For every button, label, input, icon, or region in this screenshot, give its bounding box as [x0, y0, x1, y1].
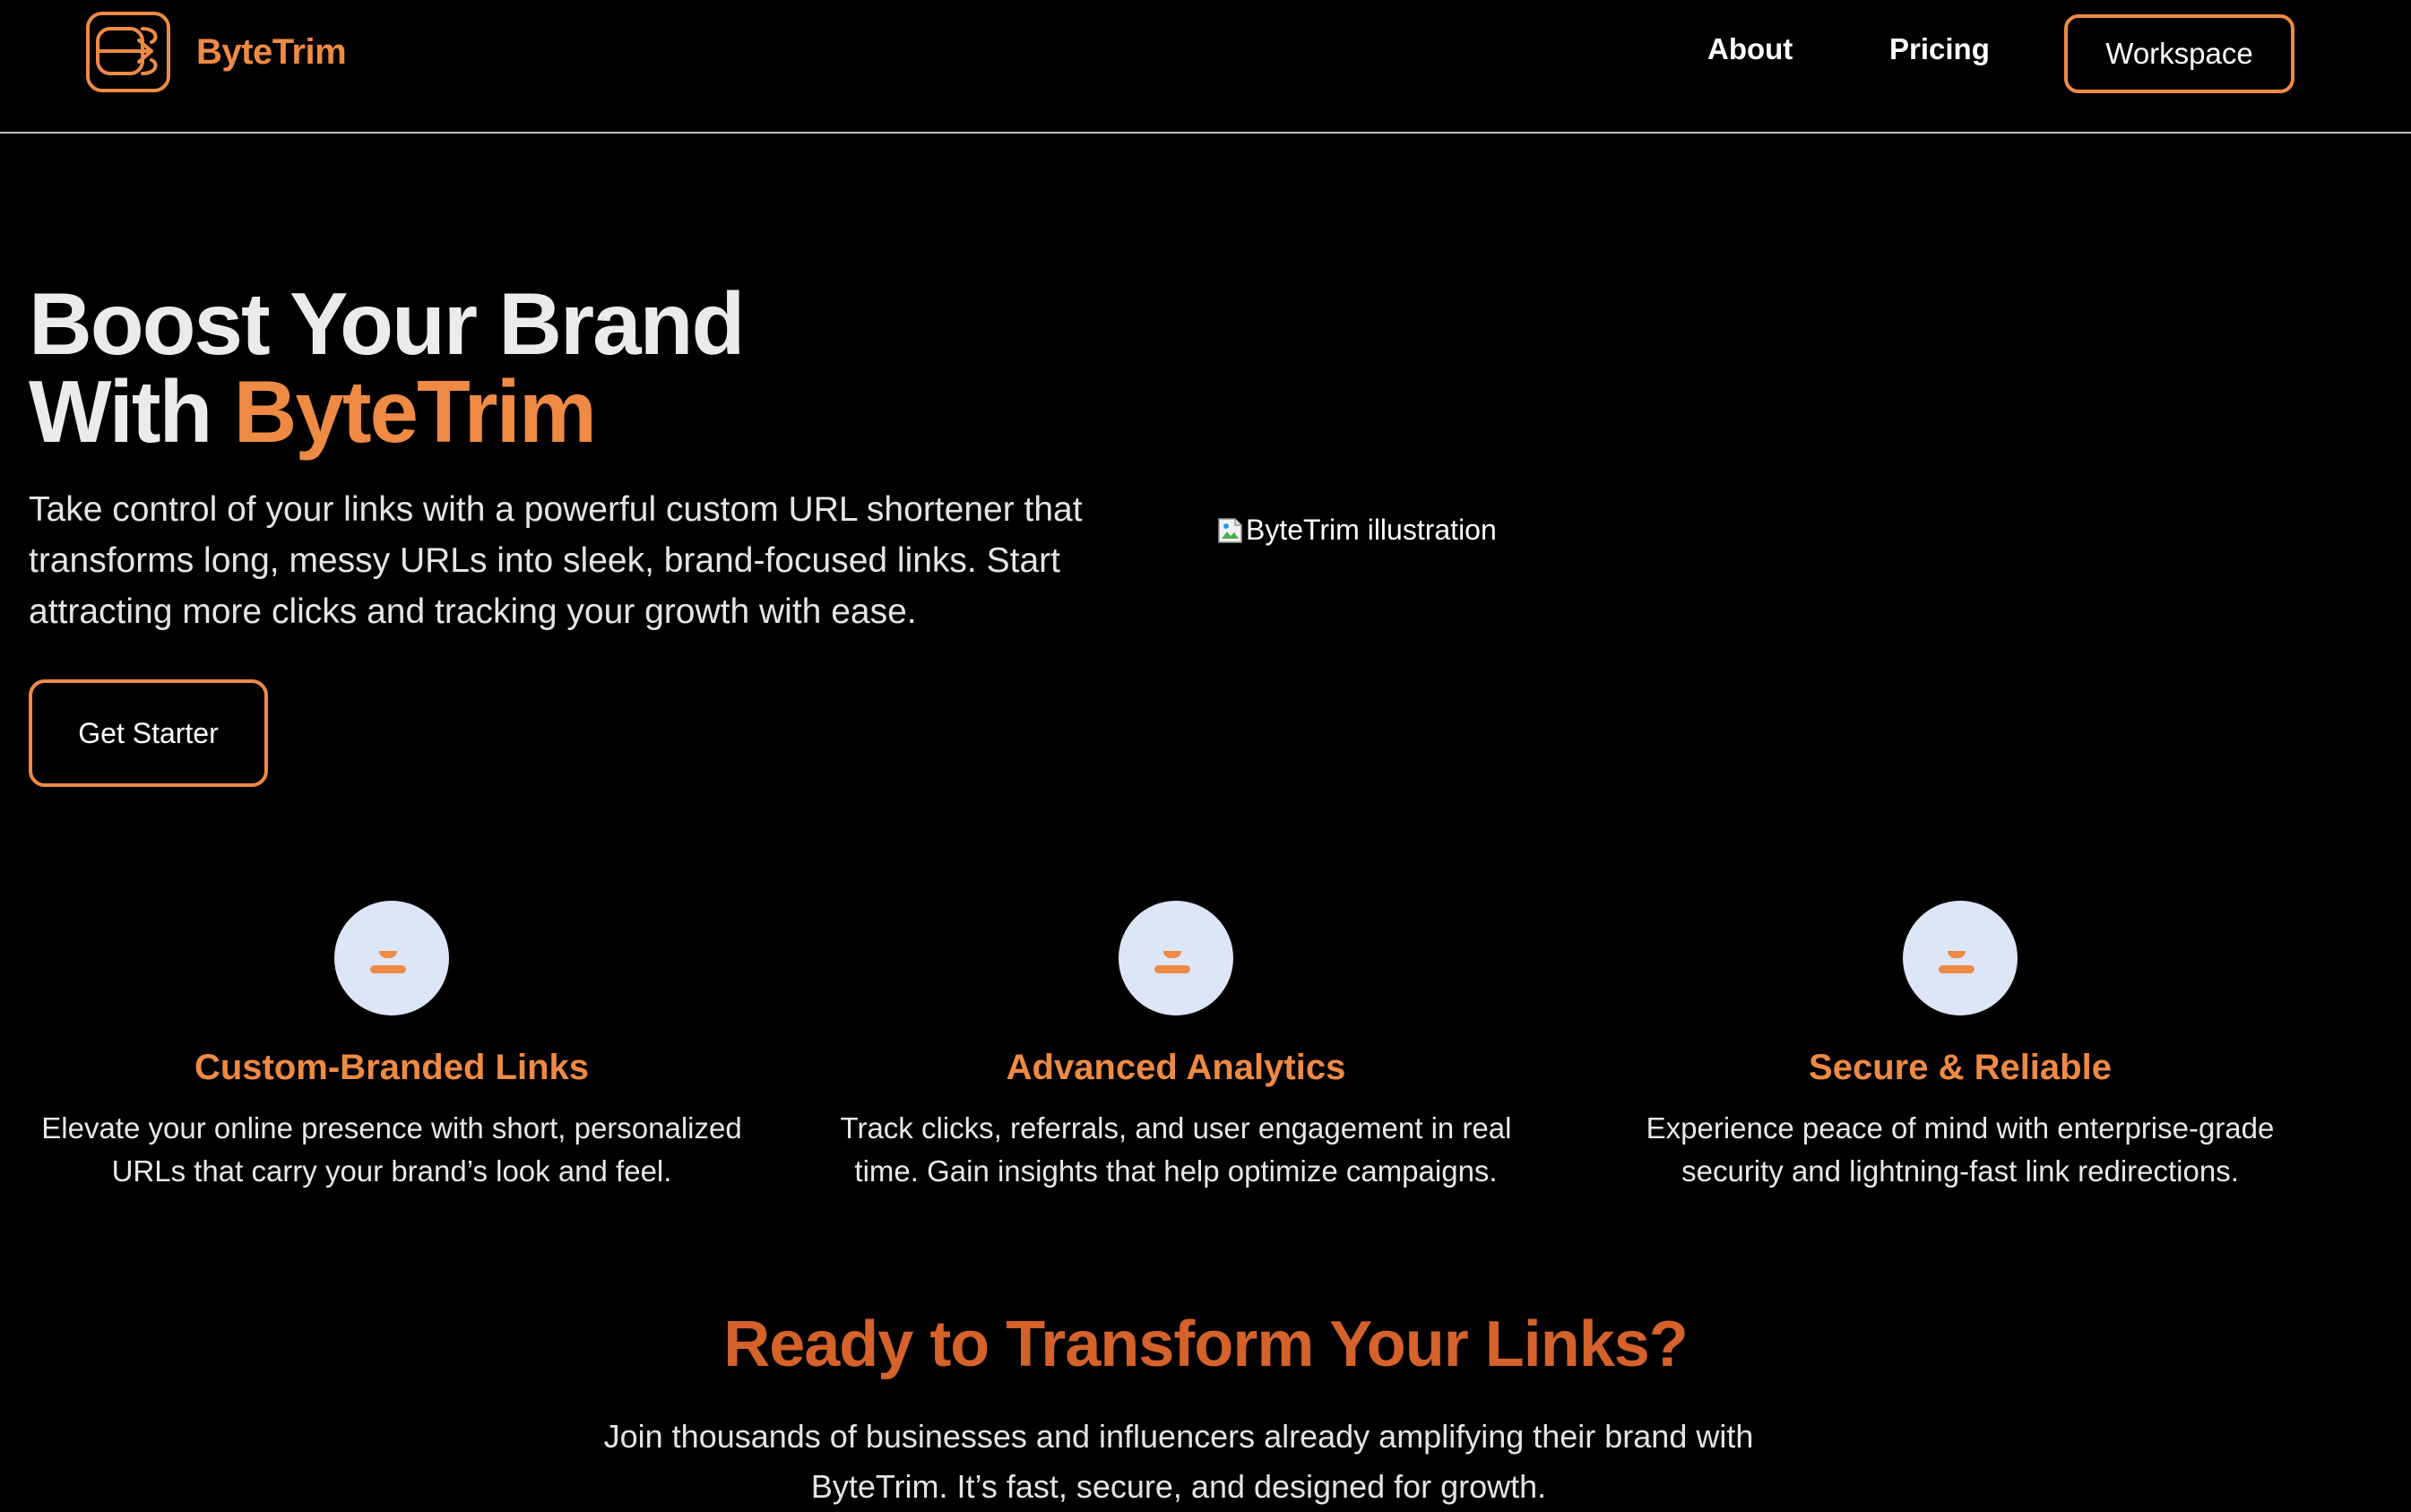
hero-title-prefix: With [29, 362, 234, 461]
feature-glyph-bar [370, 965, 406, 973]
feature-glyph-top [1163, 951, 1181, 958]
feature-glyph-top [1948, 951, 1966, 958]
feature-title: Secure & Reliable [1809, 1048, 2112, 1087]
feature-advanced-analytics: Advanced Analytics Track clicks, referra… [791, 901, 1561, 1193]
feature-glyph-bar [1939, 965, 1975, 973]
brand-name: ByteTrim [196, 31, 347, 72]
hero-description: Take control of your links with a powerf… [29, 490, 1083, 631]
site-header: ByteTrim About Pricing Workspace [0, 0, 2411, 134]
nav-pricing-link[interactable]: Pricing [1889, 32, 1990, 66]
feature-glyph-bar [1154, 965, 1190, 973]
broken-image-icon [1218, 517, 1242, 543]
workspace-button[interactable]: Workspace [2064, 14, 2294, 93]
feature-icon [1119, 901, 1233, 1015]
brand-home-link[interactable]: ByteTrim [85, 11, 347, 93]
feature-description: Elevate your online presence with short,… [41, 1111, 742, 1188]
feature-title: Custom-Branded Links [194, 1048, 590, 1087]
feature-icon [334, 901, 449, 1015]
hero-title-line1: Boost Your Brand [29, 274, 745, 373]
hero-image-alt-text: ByteTrim illustration [1246, 514, 1497, 546]
feature-custom-branded-links: Custom-Branded Links Elevate your online… [6, 901, 777, 1193]
hero-illustration: ByteTrim illustration [1217, 514, 1497, 547]
cta-section-title: Ready to Transform Your Links? [723, 1309, 1689, 1380]
feature-secure-reliable: Secure & Reliable Experience peace of mi… [1575, 901, 2346, 1193]
feature-description: Experience peace of mind with enterprise… [1646, 1111, 2275, 1188]
nav-about-link[interactable]: About [1707, 32, 1793, 66]
link-arrow-logo-icon [86, 12, 170, 92]
cta-section-description: Join thousands of businesses and influen… [603, 1418, 1754, 1505]
hero-title-accent: ByteTrim [233, 362, 597, 461]
get-started-button[interactable]: Get Starter [29, 679, 268, 787]
feature-description: Track clicks, referrals, and user engage… [840, 1111, 1512, 1188]
hero-title: Boost Your Brand With ByteTrim [29, 280, 745, 455]
feature-icon [1903, 901, 2018, 1015]
feature-glyph-top [379, 951, 397, 958]
feature-title: Advanced Analytics [1006, 1048, 1346, 1087]
